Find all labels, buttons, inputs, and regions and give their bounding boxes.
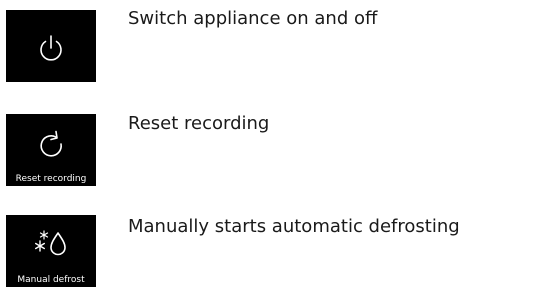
power-button-tile [6,10,96,82]
reset-tile-caption: Reset recording [15,174,87,184]
power-description: Switch appliance on and off [128,8,378,29]
power-icon [6,32,96,69]
reset-button-tile: Reset recording [6,114,96,186]
reset-description: Reset recording [128,113,270,134]
reset-arrow-icon [6,128,96,165]
defrost-icon [6,227,96,266]
defrost-tile-caption: Manual defrost [17,275,85,285]
defrost-button-tile: Manual defrost [6,215,96,287]
defrost-description: Manually starts automatic defrosting [128,216,460,237]
